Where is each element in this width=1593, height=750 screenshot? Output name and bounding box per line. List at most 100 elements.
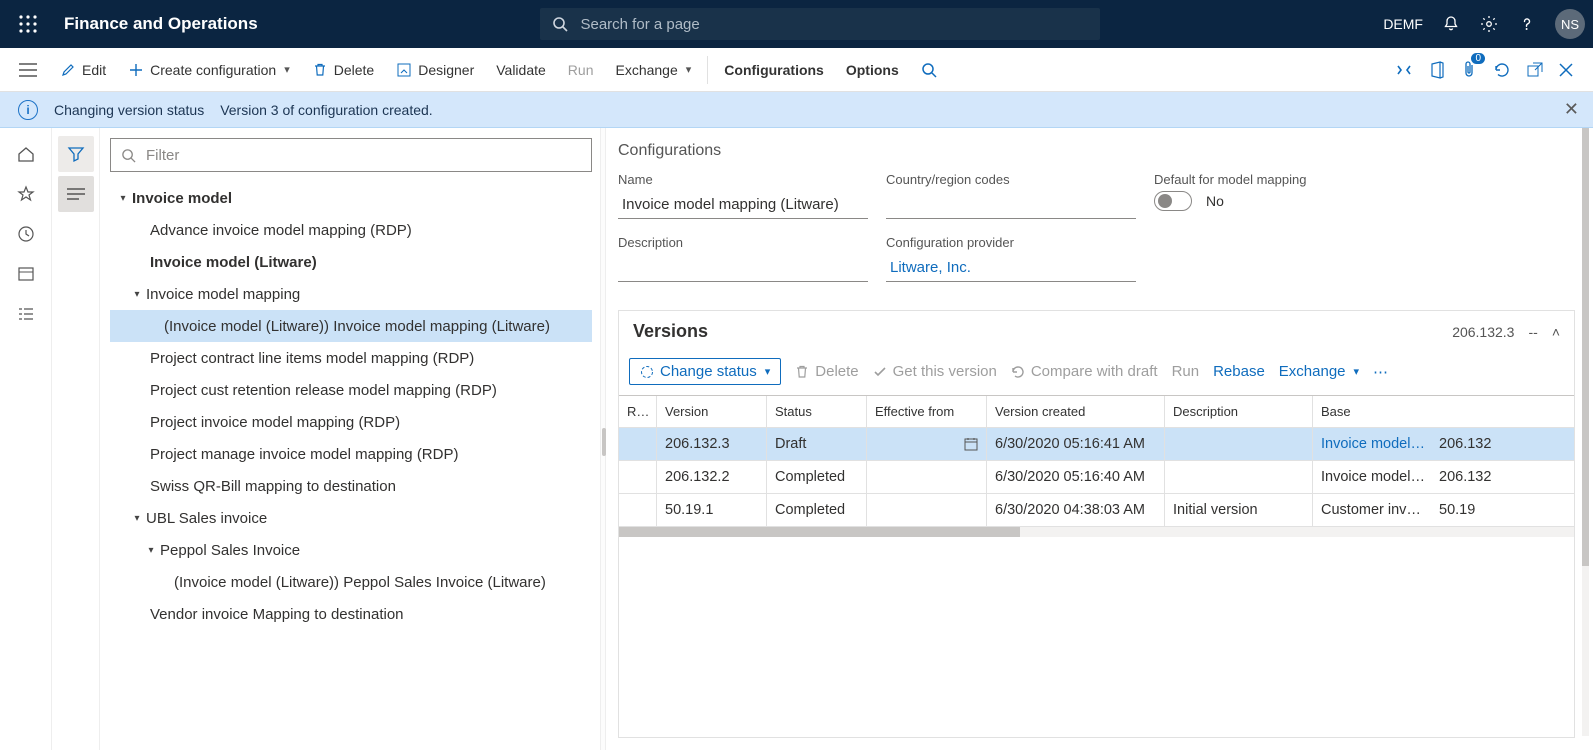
grid-header: R… Version Status Effective from Version… [619, 396, 1574, 428]
tree-node[interactable]: Invoice model (Litware) [110, 246, 592, 278]
banner-close-icon[interactable]: ✕ [1564, 99, 1579, 120]
tree-node-ubl-sales-invoice[interactable]: ▾UBL Sales invoice [110, 502, 592, 534]
bell-icon[interactable] [1441, 14, 1461, 34]
tree-node[interactable]: Advance invoice model mapping (RDP) [110, 214, 592, 246]
tree-node[interactable]: (Invoice model (Litware)) Peppol Sales I… [110, 566, 592, 598]
tree-node[interactable]: Swiss QR-Bill mapping to destination [110, 470, 592, 502]
office-icon[interactable] [1429, 61, 1445, 79]
horizontal-scrollbar[interactable] [619, 527, 1574, 537]
field-config-provider: Configuration provider Litware, Inc. [886, 235, 1136, 282]
more-actions-icon[interactable]: ⋯ [1373, 363, 1388, 381]
version-exchange-button[interactable]: Exchange ▾ [1279, 363, 1359, 380]
trash-icon [312, 62, 328, 78]
workspaces-icon[interactable] [8, 256, 44, 292]
refresh-icon[interactable] [1493, 61, 1511, 79]
versions-panel: Versions 206.132.3 -- ˄ Change status ▾ … [618, 310, 1575, 738]
list-view-icon[interactable] [58, 176, 94, 212]
help-icon[interactable] [1517, 14, 1537, 34]
hamburger-icon[interactable] [8, 63, 48, 77]
chevron-up-icon[interactable]: ˄ [1552, 324, 1560, 340]
col-created[interactable]: Version created [987, 396, 1165, 427]
attachments-badge: 0 [1471, 53, 1485, 64]
name-input[interactable]: Invoice model mapping (Litware) [618, 191, 868, 219]
col-base[interactable]: Base [1313, 396, 1431, 427]
app-title: Finance and Operations [64, 14, 258, 34]
default-toggle[interactable] [1154, 191, 1192, 211]
col-status[interactable]: Status [767, 396, 867, 427]
col-effective[interactable]: Effective from [867, 396, 987, 427]
create-configuration-button[interactable]: Create configuration ▾ [118, 48, 300, 92]
tree-node[interactable]: Vendor invoice Mapping to destination [110, 598, 592, 630]
versions-summary-version: 206.132.3 [1452, 324, 1514, 340]
exchange-button[interactable]: Exchange ▾ [605, 48, 701, 92]
pencil-icon [60, 62, 76, 78]
search-box[interactable] [540, 8, 1100, 40]
col-version[interactable]: Version [657, 396, 767, 427]
attachments-icon[interactable]: 0 [1461, 61, 1477, 79]
tree-node-peppol[interactable]: ▾Peppol Sales Invoice [110, 534, 592, 566]
tree-node[interactable]: Project contract line items model mappin… [110, 342, 592, 374]
grid-row[interactable]: 206.132.3 Draft 6/30/2020 05:16:41 AM In… [619, 428, 1574, 461]
top-navbar: Finance and Operations DEMF NS [0, 0, 1593, 48]
banner-message: Version 3 of configuration created. [220, 102, 432, 118]
tree-node-selected[interactable]: (Invoice model (Litware)) Invoice model … [110, 310, 592, 342]
command-bar: Edit Create configuration ▾ Delete Desig… [0, 48, 1593, 92]
search-icon [921, 62, 937, 78]
search-input[interactable] [578, 15, 1088, 34]
tree-node-invoice-model[interactable]: ▾Invoice model [110, 182, 592, 214]
designer-icon [396, 62, 412, 78]
info-banner: i Changing version status Version 3 of c… [0, 92, 1593, 128]
find-button[interactable] [911, 48, 947, 92]
options-tab[interactable]: Options [836, 48, 909, 92]
delete-button[interactable]: Delete [302, 48, 384, 92]
col-description[interactable]: Description [1165, 396, 1313, 427]
field-name: Name Invoice model mapping (Litware) [618, 172, 868, 219]
description-input[interactable] [618, 254, 868, 282]
tree-node-invoice-model-mapping[interactable]: ▾Invoice model mapping [110, 278, 592, 310]
edit-button[interactable]: Edit [50, 48, 116, 92]
popout-icon[interactable] [1527, 62, 1543, 78]
config-provider-link[interactable]: Litware, Inc. [886, 254, 1136, 282]
field-default-model-mapping: Default for model mapping No [1154, 172, 1404, 211]
caret-down-icon: ▾ [128, 289, 146, 300]
versions-summary-revision: -- [1528, 324, 1537, 340]
connected-apps-icon[interactable] [1395, 63, 1413, 77]
chevron-down-icon: ▾ [1354, 365, 1360, 378]
tree-node[interactable]: Project manage invoice model mapping (RD… [110, 438, 592, 470]
designer-button[interactable]: Designer [386, 48, 484, 92]
grid-row[interactable]: 50.19.1 Completed 6/30/2020 04:38:03 AM … [619, 494, 1574, 527]
default-toggle-label: No [1206, 193, 1224, 209]
tree-filter[interactable] [110, 138, 592, 172]
detail-section-title: Configurations [618, 142, 1575, 160]
search-icon [552, 16, 568, 32]
configurations-tab[interactable]: Configurations [714, 48, 834, 92]
recent-icon[interactable] [8, 216, 44, 252]
run-button: Run [558, 48, 604, 92]
grid-row[interactable]: 206.132.2 Completed 6/30/2020 05:16:40 A… [619, 461, 1574, 494]
tree-node[interactable]: Project invoice model mapping (RDP) [110, 406, 592, 438]
col-revision[interactable]: R… [619, 396, 657, 427]
rebase-button[interactable]: Rebase [1213, 363, 1265, 380]
company-code[interactable]: DEMF [1383, 16, 1423, 32]
favorite-icon[interactable] [8, 176, 44, 212]
field-description: Description [618, 235, 868, 282]
user-avatar[interactable]: NS [1555, 9, 1585, 39]
chevron-down-icon: ▾ [765, 365, 771, 378]
info-icon: i [18, 100, 38, 120]
gear-icon[interactable] [1479, 14, 1499, 34]
waffle-icon[interactable] [8, 4, 48, 44]
tree-filter-input[interactable] [144, 146, 581, 165]
vertical-scrollbar[interactable] [1582, 128, 1589, 736]
tree-toolbar-rail [52, 128, 100, 750]
tree-node[interactable]: Project cust retention release model map… [110, 374, 592, 406]
calendar-icon[interactable] [964, 437, 978, 451]
country-codes-input[interactable] [886, 191, 1136, 219]
home-icon[interactable] [8, 136, 44, 172]
banner-title: Changing version status [54, 102, 204, 118]
change-status-button[interactable]: Change status ▾ [629, 358, 781, 385]
close-icon[interactable] [1559, 63, 1573, 77]
validate-button[interactable]: Validate [486, 48, 556, 92]
filter-icon[interactable] [58, 136, 94, 172]
modules-icon[interactable] [8, 296, 44, 332]
chevron-down-icon: ▾ [686, 63, 692, 76]
